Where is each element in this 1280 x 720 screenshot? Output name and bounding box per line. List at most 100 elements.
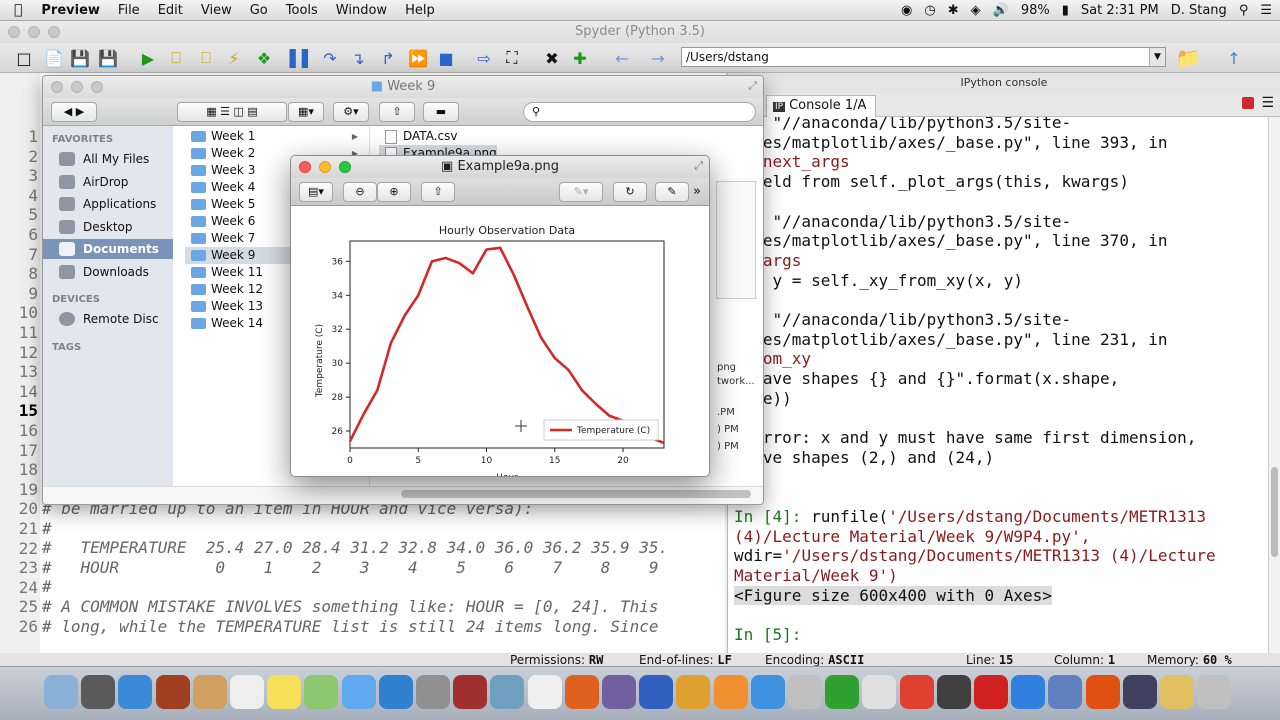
sidebar-item-desktop[interactable]: Desktop [43, 217, 173, 237]
tab-console-1a[interactable]: IP Console 1/A [766, 95, 876, 117]
run-selection-icon[interactable]: ⚡ [222, 46, 246, 70]
fullscreen-icon[interactable]: ⤢ [694, 159, 703, 173]
quicktime-dock-icon[interactable] [1011, 675, 1046, 709]
preferences-icon[interactable]: ✖ [540, 46, 564, 70]
finder-minimize-button[interactable] [71, 81, 83, 93]
ipython-console[interactable]: ile "//anaconda/lib/python3.5/site-kages… [727, 117, 1268, 653]
finder-dock-icon[interactable] [44, 675, 78, 709]
forward-arrow-icon[interactable]: → [646, 46, 670, 70]
file-item[interactable]: DATA.csv [379, 128, 457, 145]
battery-icon[interactable]: ▮ [1062, 3, 1069, 18]
tag-icon[interactable]: ▬ [423, 102, 459, 122]
time-machine-icon[interactable]: ◷ [924, 3, 935, 18]
step-return-icon[interactable]: ↱ [376, 46, 400, 70]
photo-booth-dock-icon[interactable] [416, 675, 450, 709]
book-dock-icon[interactable] [453, 675, 488, 709]
run-cell-icon[interactable]: ⎕ [164, 46, 188, 70]
sync-dock-icon[interactable] [788, 675, 822, 709]
toolbar-overflow-icon[interactable]: » [693, 184, 701, 199]
pythonpath-icon[interactable]: ✚ [568, 46, 592, 70]
share-icon[interactable]: ⇧ [379, 102, 415, 122]
action-gear-icon[interactable]: ⚙▾ [333, 102, 369, 122]
fullscreen-icon[interactable]: ⤢ [748, 79, 757, 93]
sidebar-item-airdrop[interactable]: AirDrop [43, 172, 173, 192]
zoom-out-icon[interactable]: ⊖ [343, 182, 377, 202]
notes-dock-icon[interactable] [267, 675, 302, 709]
menu-window[interactable]: Window [327, 3, 396, 18]
menu-view[interactable]: View [192, 3, 241, 18]
preferences-dock-icon[interactable] [750, 675, 785, 709]
menu-go[interactable]: Go [241, 3, 277, 18]
apple-menu-icon[interactable]:  [0, 2, 32, 18]
messages-dock-icon[interactable] [341, 675, 376, 709]
notification-center-icon[interactable]: ☰ [1260, 3, 1272, 18]
window-close-button[interactable] [8, 26, 20, 38]
preview-close-button[interactable] [299, 161, 311, 173]
run-icon[interactable]: ▶ [136, 46, 160, 70]
battery-percent[interactable]: 98% [1021, 3, 1050, 18]
scrollbar-thumb[interactable] [401, 490, 751, 498]
save-all-icon[interactable]: 💾 [96, 46, 120, 70]
folder-item[interactable]: Week 1 ▶ [185, 128, 360, 145]
menu-help[interactable]: Help [396, 3, 444, 18]
trash-dock-icon[interactable] [1197, 675, 1232, 709]
launchpad-dock-icon[interactable] [81, 675, 116, 709]
working-directory-input[interactable]: /Users/dstang [681, 47, 1166, 67]
stop-kernel-icon[interactable] [1242, 97, 1254, 109]
menu-file[interactable]: File [109, 3, 149, 18]
stop-debug-icon[interactable]: ■ [434, 46, 458, 70]
view-mode-segmented[interactable]: ▦ ☰ ◫ ▤ [177, 102, 287, 122]
sidebar-item-remote-disc[interactable]: Remote Disc [43, 309, 173, 329]
continue-icon[interactable]: ⏩ [406, 46, 430, 70]
back-forward-button[interactable]: ◀ ▶ [51, 102, 97, 122]
preview-dock-icon[interactable] [1085, 675, 1120, 709]
keynote-dock-icon[interactable] [602, 675, 636, 709]
fullscreen-icon[interactable]: ⛶ [500, 46, 524, 70]
step-into-icon[interactable]: ↴ [346, 46, 370, 70]
zoom-in-icon[interactable]: ⊕ [377, 182, 411, 202]
app-store-dock-icon[interactable] [713, 675, 748, 709]
parent-directory-icon[interactable]: ↑ [1222, 46, 1246, 70]
preview-zoom-button[interactable] [339, 161, 351, 173]
acrobat-dock-icon[interactable] [936, 675, 971, 709]
menu-app-preview[interactable]: Preview [32, 3, 109, 18]
terminal-dock-icon[interactable] [899, 675, 934, 709]
back-arrow-icon[interactable]: ← [610, 46, 634, 70]
finder-zoom-button[interactable] [91, 81, 103, 93]
window-minimize-button[interactable] [28, 26, 40, 38]
menubar-clock[interactable]: Sat 2:31 PM [1081, 3, 1159, 18]
utility-dock-icon[interactable] [1122, 675, 1157, 709]
finder-horizontal-scrollbar[interactable] [43, 486, 763, 504]
maximize-pane-icon[interactable]: ⇨ [472, 46, 496, 70]
run-cell-advance-icon[interactable]: ⎕ [194, 46, 218, 70]
new-file-icon[interactable]: □ [12, 46, 36, 70]
maps-dock-icon[interactable] [304, 675, 339, 709]
numbers-dock-icon[interactable] [564, 675, 599, 709]
rotate-icon[interactable]: ↻ [613, 182, 647, 202]
zoom-dock-icon[interactable] [974, 675, 1008, 709]
volume-icon[interactable]: 🔊 [993, 3, 1009, 18]
photos-dock-icon[interactable] [490, 675, 525, 709]
step-over-icon[interactable]: ↷ [318, 46, 342, 70]
record-icon[interactable]: ◉ [901, 3, 912, 18]
calendar-dock-icon[interactable] [230, 675, 264, 709]
sidebar-view-icon[interactable]: ▤▾ [299, 182, 333, 202]
sidebar-item-all-my-files[interactable]: All My Files [43, 149, 173, 169]
sidebar-item-downloads[interactable]: Downloads [43, 262, 173, 282]
arrange-button[interactable]: ▦▾ [288, 102, 324, 122]
console-options-icon[interactable]: ☰ [1261, 95, 1274, 111]
console-scrollbar[interactable] [1268, 117, 1280, 653]
user-name[interactable]: D. Stang [1171, 3, 1227, 18]
wifi-icon[interactable]: ◈ [971, 3, 981, 18]
contacts-dock-icon[interactable] [192, 675, 227, 709]
bluetooth-icon[interactable]: ✱ [948, 3, 959, 18]
menu-tools[interactable]: Tools [277, 3, 327, 18]
chrome-dock-icon[interactable] [825, 675, 860, 709]
debug-step-icon[interactable]: ▌▌ [290, 46, 315, 70]
sidebar-item-documents[interactable]: Documents [43, 239, 173, 259]
photo-dock-icon[interactable] [155, 675, 190, 709]
open-file-icon[interactable]: 📄 [42, 46, 66, 70]
facetime-dock-icon[interactable] [378, 675, 413, 709]
debug-icon[interactable]: ❖ [252, 46, 276, 70]
menu-edit[interactable]: Edit [149, 3, 192, 18]
